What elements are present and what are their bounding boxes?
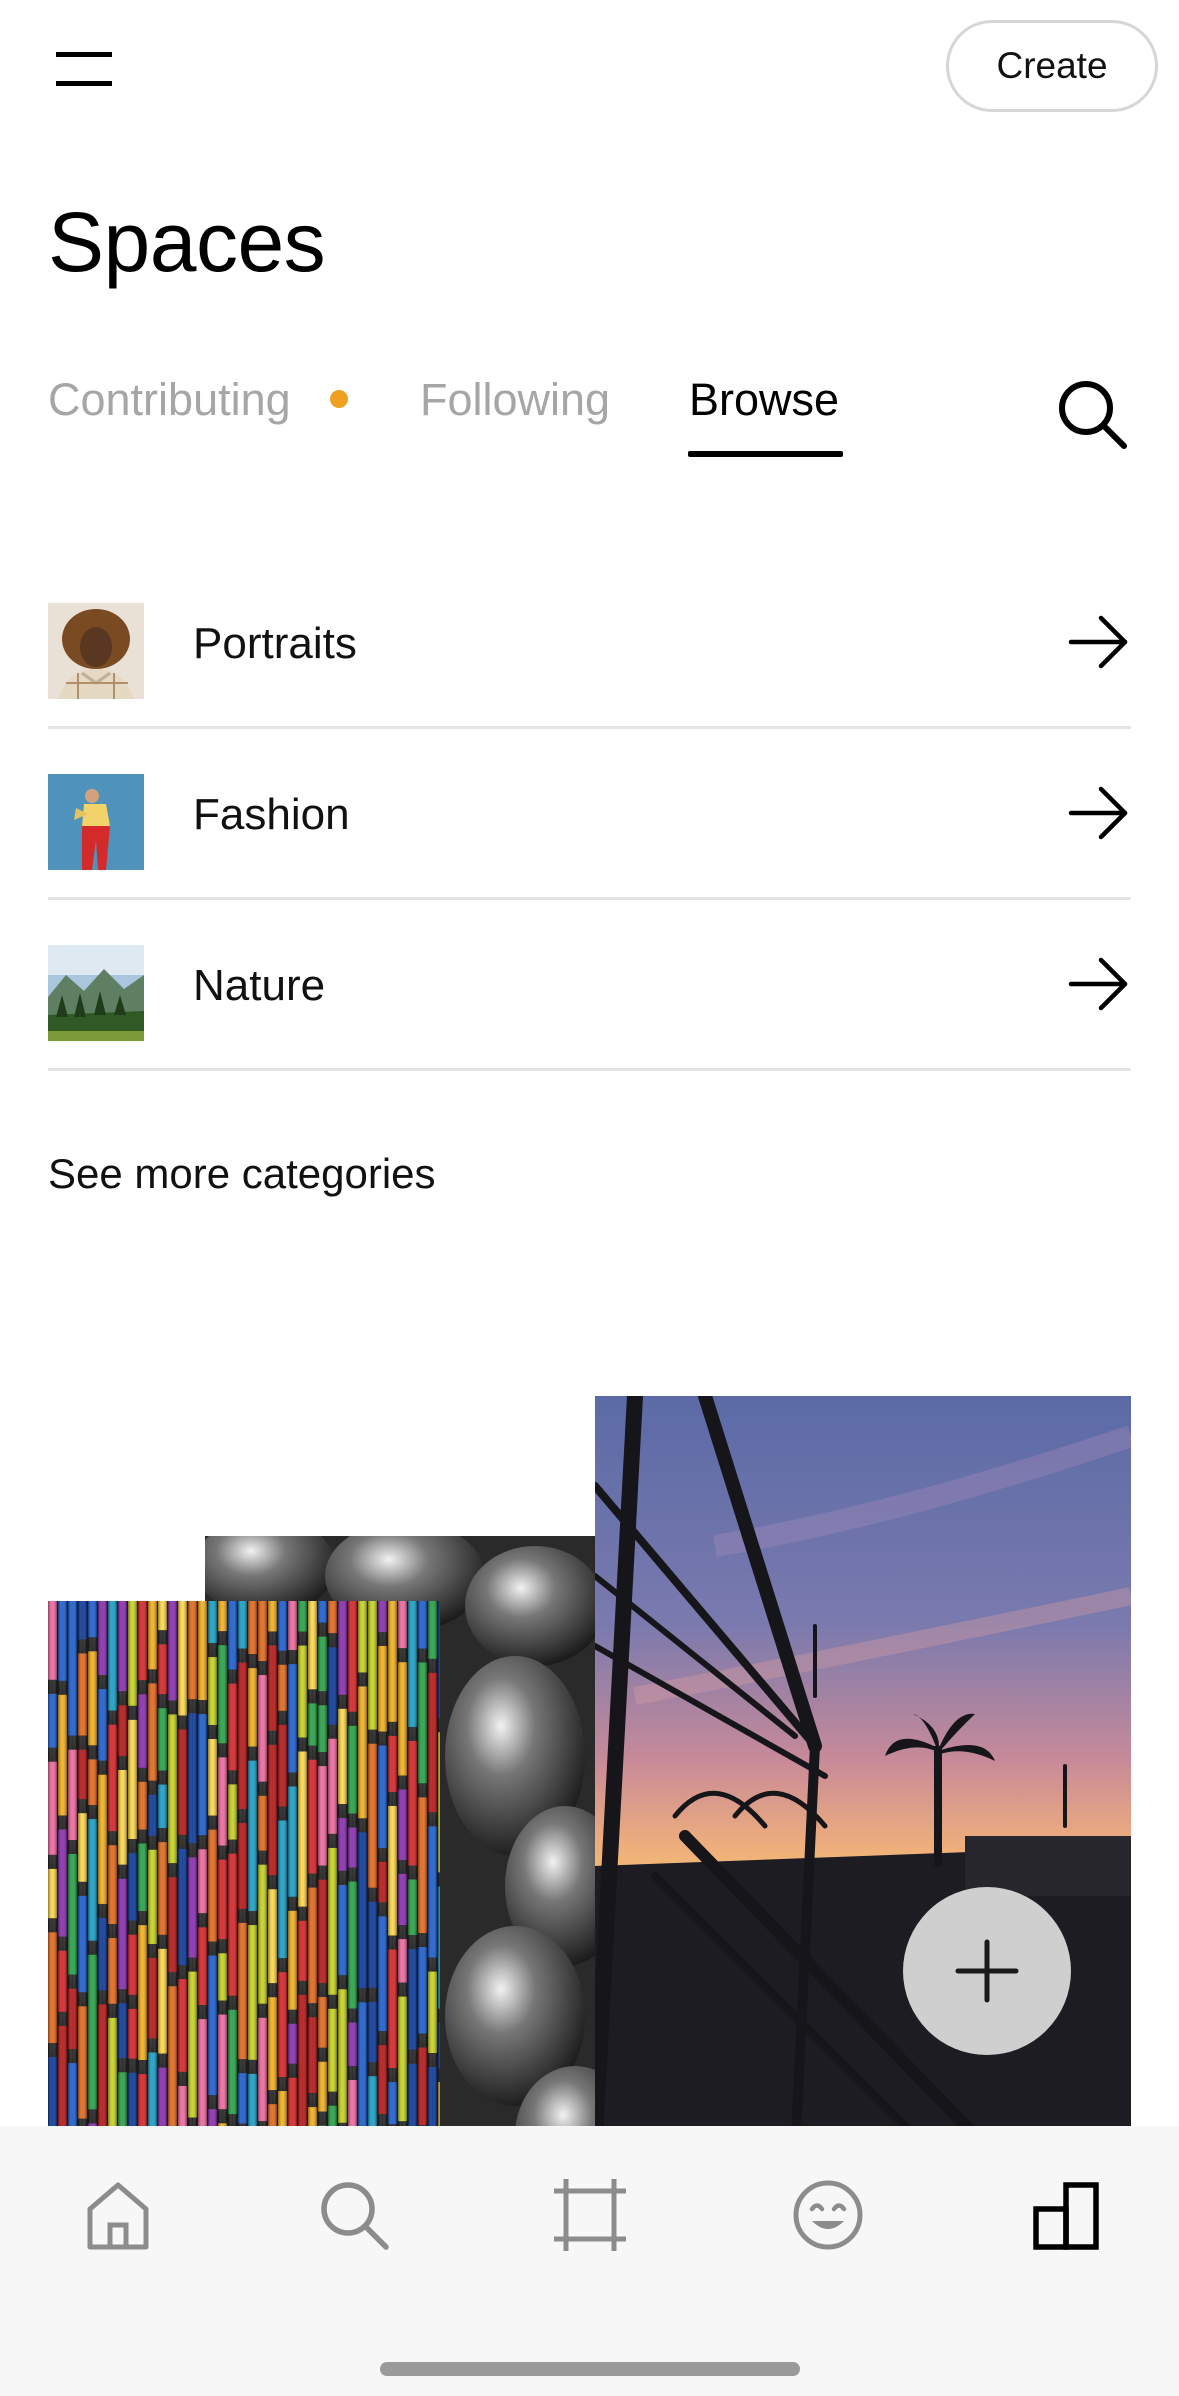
add-fab-button[interactable] — [903, 1887, 1071, 2055]
tab-browse[interactable]: Browse — [689, 372, 839, 428]
search-icon[interactable] — [1054, 376, 1130, 452]
category-row-fashion[interactable]: Fashion — [48, 729, 1131, 900]
category-row-nature[interactable]: Nature — [48, 900, 1131, 1071]
crop-icon[interactable] — [550, 2175, 630, 2255]
colored-pencils-image[interactable] — [48, 1601, 440, 2126]
tab-following[interactable]: Following — [420, 372, 610, 428]
arrow-right-icon — [1068, 786, 1128, 840]
notification-dot — [330, 390, 348, 408]
tab-contributing[interactable]: Contributing — [48, 372, 291, 428]
nature-thumbnail — [48, 945, 144, 1041]
portraits-thumbnail — [48, 603, 144, 699]
arrow-right-icon — [1068, 957, 1128, 1011]
category-label: Nature — [193, 961, 326, 1010]
hamburger-menu-icon — [56, 52, 112, 86]
create-button[interactable]: Create — [946, 20, 1158, 112]
home-icon[interactable] — [78, 2175, 158, 2255]
arrow-right-icon — [1068, 615, 1128, 669]
category-label: Fashion — [193, 790, 350, 839]
bottom-nav-bar — [0, 2126, 1179, 2396]
category-label: Portraits — [193, 619, 357, 668]
page-title: Spaces — [48, 195, 326, 289]
category-row-portraits[interactable]: Portraits — [48, 558, 1131, 729]
plus-icon — [955, 1939, 1019, 2003]
row-divider — [48, 1068, 1131, 1071]
search-icon[interactable] — [314, 2175, 394, 2255]
home-indicator — [380, 2362, 800, 2376]
fashion-thumbnail — [48, 774, 144, 870]
smiley-icon[interactable] — [788, 2175, 868, 2255]
active-tab-indicator — [688, 451, 843, 457]
menu-button[interactable] — [48, 40, 120, 100]
spaces-icon[interactable] — [1026, 2175, 1106, 2255]
see-more-categories-link[interactable]: See more categories — [48, 1150, 436, 1198]
